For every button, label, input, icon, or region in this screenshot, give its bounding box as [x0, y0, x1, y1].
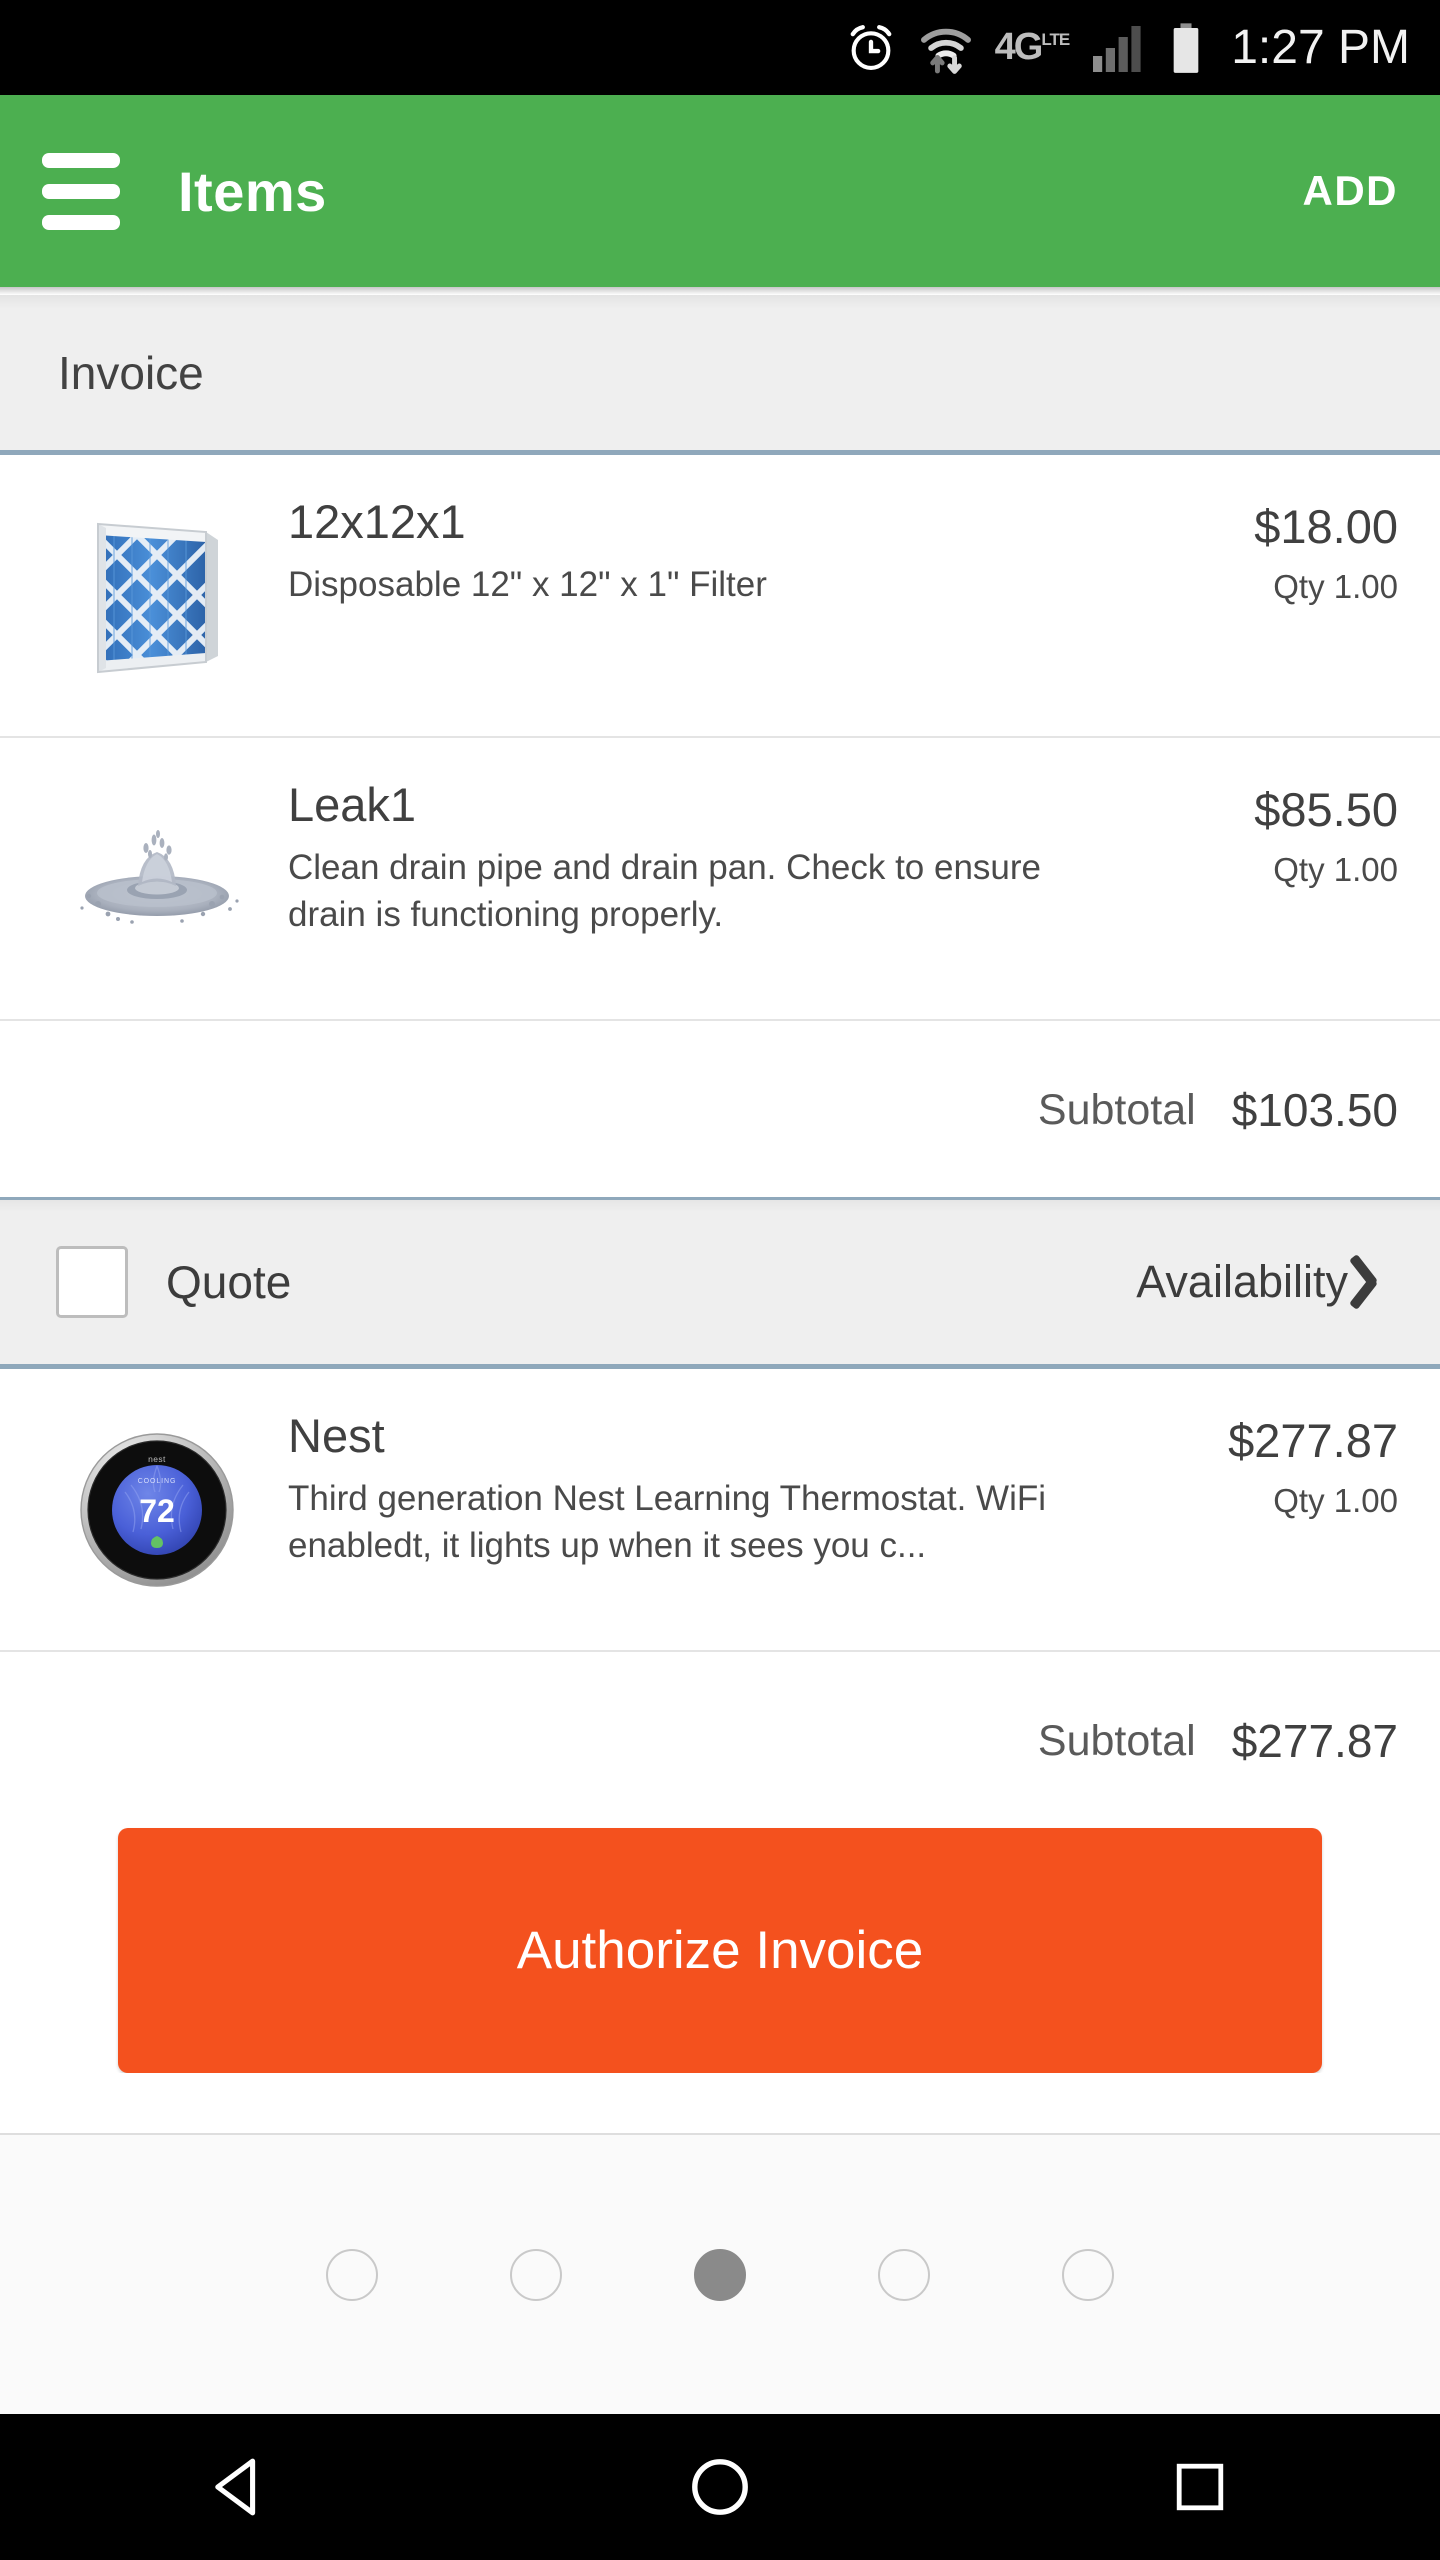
page-dot-1[interactable]: [326, 2248, 378, 2301]
page-dot-4[interactable]: [878, 2248, 930, 2301]
item-price: $85.50: [1254, 783, 1398, 836]
app-bar: Items ADD: [0, 95, 1440, 287]
chevron-right-icon: [1366, 1253, 1400, 1311]
item-name: 12x12x1: [288, 495, 466, 548]
quote-subtotal-row: Subtotal $277.87: [0, 1652, 1440, 1828]
status-bar: 4G LTE 1:27 PM: [0, 0, 1440, 95]
phone-screen: 4G LTE 1:27 PM Items ADD Invoice 12x12x1…: [0, 0, 1440, 2560]
item-quantity: Qty 1.00: [1273, 1482, 1398, 1519]
nest-thermostat-image: COOLING 72 nest: [42, 1407, 272, 1612]
item-details: Nest Third generation Nest Learning Ther…: [272, 1407, 1098, 1569]
authorize-button-container: Authorize Invoice: [0, 1828, 1440, 2073]
page-title: Items: [178, 159, 327, 223]
item-description: Third generation Nest Learning Thermosta…: [288, 1479, 1047, 1565]
availability-button[interactable]: Availability: [1136, 1253, 1400, 1311]
item-details: Leak1 Clean drain pipe and drain pan. Ch…: [272, 776, 1098, 938]
hamburger-menu-icon[interactable]: [42, 152, 120, 230]
invoice-subtotal-row: Subtotal $103.50: [0, 1021, 1440, 1197]
nest-mode-label: COOLING: [138, 1478, 177, 1485]
subtotal-value: $103.50: [1231, 1084, 1398, 1136]
authorize-invoice-button[interactable]: Authorize Invoice: [118, 1828, 1322, 2073]
home-circle-icon[interactable]: [620, 2414, 820, 2560]
water-splash-image: [42, 776, 272, 981]
item-description: Clean drain pipe and drain pan. Check to…: [288, 848, 1041, 934]
item-details: 12x12x1 Disposable 12" x 12" x 1" Filter: [272, 493, 1098, 609]
invoice-section-header: Invoice: [0, 295, 1440, 455]
item-price: $277.87: [1228, 1414, 1398, 1467]
quote-checkbox[interactable]: [56, 1246, 128, 1318]
subtotal-label: Subtotal: [1037, 1716, 1196, 1765]
alarm-icon: [845, 22, 897, 74]
wifi-icon: [919, 21, 973, 75]
invoice-section-title: Invoice: [58, 346, 204, 399]
item-price-column: $277.87 Qty 1.00: [1098, 1407, 1398, 1520]
item-price: $18.00: [1254, 500, 1398, 553]
page-dot-2[interactable]: [510, 2248, 562, 2301]
table-row[interactable]: 12x12x1 Disposable 12" x 12" x 1" Filter…: [0, 455, 1440, 738]
nest-temperature: 72: [139, 1493, 175, 1529]
signal-icon: [1091, 23, 1147, 73]
page-indicator: [0, 2133, 1440, 2414]
item-name: Leak1: [288, 778, 417, 831]
item-description: Disposable 12" x 12" x 1" Filter: [288, 565, 767, 605]
table-row[interactable]: COOLING 72 nest Nest Third generation Ne…: [0, 1369, 1440, 1652]
app-bar-shadow: [0, 287, 1440, 295]
authorize-bottom-spacer: [0, 2073, 1440, 2133]
recents-square-icon[interactable]: [1100, 2414, 1300, 2560]
page-dot-3[interactable]: [694, 2248, 746, 2301]
item-price-column: $85.50 Qty 1.00: [1098, 776, 1398, 889]
table-row[interactable]: Leak1 Clean drain pipe and drain pan. Ch…: [0, 738, 1440, 1021]
subtotal-label: Subtotal: [1037, 1085, 1196, 1134]
subtotal-value: $277.87: [1231, 1715, 1398, 1767]
android-navigation-bar: [0, 2414, 1440, 2560]
item-quantity: Qty 1.00: [1273, 851, 1398, 888]
status-bar-clock: 1:27 PM: [1231, 21, 1410, 74]
page-dot-5[interactable]: [1062, 2248, 1114, 2301]
network-type-indicator: 4G LTE: [994, 26, 1071, 69]
network-lte-label: LTE: [1041, 30, 1070, 49]
availability-label: Availability: [1136, 1256, 1348, 1307]
battery-icon: [1169, 22, 1203, 74]
quote-section-header: Quote Availability: [0, 1197, 1440, 1369]
item-price-column: $18.00 Qty 1.00: [1098, 493, 1398, 606]
add-button[interactable]: ADD: [1303, 167, 1399, 215]
back-triangle-icon[interactable]: [140, 2414, 340, 2560]
network-4g-label: 4G: [994, 26, 1044, 68]
item-name: Nest: [288, 1409, 385, 1462]
quote-label: Quote: [166, 1256, 292, 1308]
item-quantity: Qty 1.00: [1273, 568, 1398, 605]
air-filter-image: [42, 493, 272, 698]
svg-text:nest: nest: [148, 1454, 166, 1464]
